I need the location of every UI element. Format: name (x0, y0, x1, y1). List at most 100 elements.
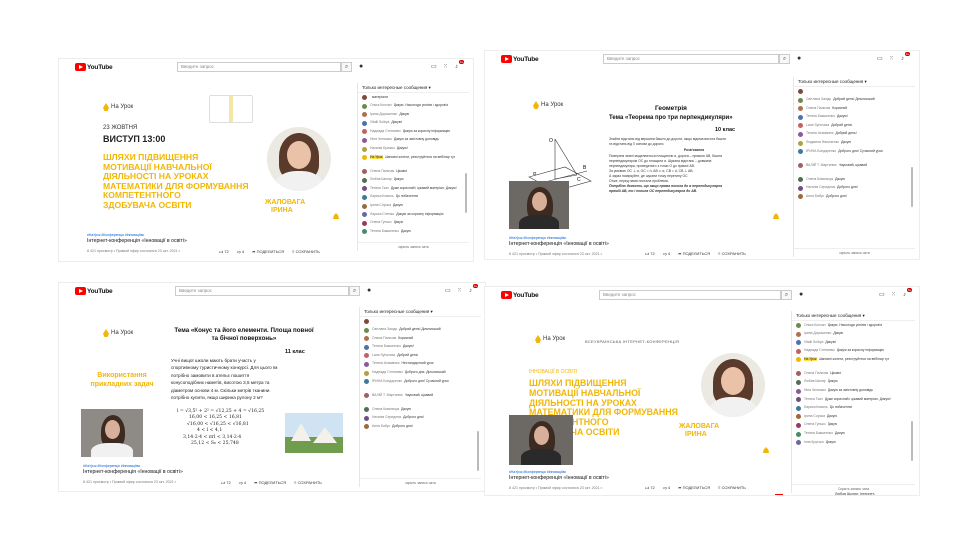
search-button[interactable]: ⌕ (781, 290, 792, 300)
formulas: l = √3,5² + 2² = √12,25 + 4 = √16,25 16,… (177, 409, 265, 447)
chat-message-pinned: На Урок Шановні колеги, реєструйтеся на в… (358, 153, 469, 167)
search-input[interactable]: Введите запрос (177, 62, 341, 72)
video-actions: 👍︎ 72 👎︎ 4 ➦ ПОДЕЛИТЬСЯ ≡ СОХРАНИТЬ (645, 485, 746, 491)
like-button[interactable]: 👍︎ 72 (221, 480, 231, 486)
video-player[interactable]: На Урок ВСЕУКРАЇНСЬКА ІНТЕРНЕТ-КОНФЕРЕНЦ… (505, 309, 787, 467)
chat-scrollbar[interactable] (465, 173, 467, 213)
avatar (796, 371, 801, 377)
create-icon[interactable]: ▭ (431, 63, 437, 71)
save-button[interactable]: ≡ СОХРАНИТЬ (718, 251, 746, 257)
search-button[interactable]: ⌕ (349, 286, 360, 296)
avatar (796, 440, 801, 446)
flame-icon (533, 101, 539, 109)
video-meta: 8 421 просмотр • Прямой эфир состоялся 2… (83, 480, 177, 484)
live-chat: Только интересные сообщения ▾ Світлана З… (359, 307, 481, 487)
chat-message: Олена Пальчик Корисний (794, 104, 915, 113)
chat-filter-dropdown[interactable]: Только интересные сообщения ▾ (794, 77, 915, 87)
video-meta: 8 421 просмотр • Прямой эфир состоялся 2… (87, 249, 181, 253)
avatar (362, 169, 367, 175)
share-button[interactable]: ➦ ПОДЕЛИТЬСЯ (678, 251, 710, 257)
chat-message: Анна Бабус Доброго дня! (360, 422, 481, 431)
hide-chat-button[interactable]: скрыть запись чата (360, 478, 481, 487)
chat-scrollbar[interactable] (477, 431, 479, 471)
share-button[interactable]: ➦ ПОДЕЛИТЬСЯ (252, 249, 284, 255)
chat-message: ВАЛІЙ Т. Мартинюк Науковий, цікавий (360, 391, 481, 405)
video-tags[interactable]: #НаУрок #Конференція #Інноваціїво (509, 470, 566, 474)
dislike-button[interactable]: 👎︎ 4 (663, 485, 670, 491)
video-player[interactable]: На Урок Геометрія Тема «Теорема про три … (505, 73, 789, 233)
chat-message: ВАЛІЙ Т. Мартинюк Науковий, цікавий (794, 161, 915, 175)
conference-subtitle: ІННОВАЦІЇ В ОСВІТІ (529, 369, 578, 375)
save-button[interactable]: ≡ СОХРАНИТЬ (292, 249, 320, 255)
create-icon[interactable]: ▭ (445, 287, 451, 295)
point-b: B (583, 165, 587, 171)
avatar (798, 131, 803, 137)
slide-topic: Тема «Конус та його елементи. Площа повн… (174, 327, 314, 342)
bell-icon[interactable]: ♪ (903, 291, 906, 299)
apps-icon[interactable]: ⁙ (457, 287, 462, 295)
search-input[interactable]: Введите запрос (603, 54, 779, 64)
video-player[interactable]: На Урок Тема «Конус та його елементи. Пл… (79, 305, 355, 461)
mic-icon[interactable]: ● (799, 291, 803, 299)
dislike-button[interactable]: 👎︎ 4 (237, 249, 244, 255)
brand-logo: На Урок (103, 329, 133, 337)
like-button[interactable]: 👍︎ 72 (645, 251, 655, 257)
share-button[interactable]: ➦ ПОДЕЛИТЬСЯ (254, 480, 286, 486)
apps-icon[interactable]: ⁙ (443, 63, 448, 71)
youtube-logo[interactable]: YouTube (75, 287, 113, 295)
bell-icon[interactable]: ♪ (901, 55, 904, 63)
create-icon[interactable]: ▭ (879, 291, 885, 299)
speaker-webcam (509, 181, 569, 229)
video-actions: 👍︎ 72 👎︎ 4 ➦ ПОДЕЛИТЬСЯ ≡ СОХРАНИТЬ (221, 480, 322, 486)
dislike-button[interactable]: 👎︎ 4 (239, 480, 246, 486)
chat-filter-dropdown[interactable]: Только интересные сообщения ▾ (360, 307, 481, 317)
share-button[interactable]: ➦ ПОДЕЛИТЬСЯ (678, 485, 710, 491)
chat-filter-dropdown[interactable]: Только интересные сообщения ▾ (358, 83, 469, 93)
avatar (362, 112, 367, 118)
search-button[interactable]: ⌕ (341, 62, 352, 72)
avatar (796, 431, 801, 437)
like-button[interactable]: 👍︎ 72 (219, 249, 229, 255)
mic-icon[interactable]: ● (797, 55, 801, 63)
avatar (798, 194, 803, 200)
chat-message: Ольга Колчан Дякую. Насолоди успіхів і зд… (792, 321, 915, 330)
bell-icon[interactable]: ♪ (469, 287, 472, 295)
chat-scrollbar[interactable] (911, 167, 913, 207)
hide-chat-button[interactable]: скрыть запись чата (358, 242, 469, 251)
like-button[interactable]: 👍︎ 72 (645, 485, 655, 491)
speaker-webcam (81, 409, 143, 457)
save-button[interactable]: ≡ СОХРАНИТЬ (718, 485, 746, 491)
chat-message: ІРИНА Бондаренко Доброго дня! Сучасний ур… (794, 147, 915, 161)
mic-icon[interactable]: ● (367, 287, 371, 295)
video-tags[interactable]: #НаУрок #Конференція #Інноваціїво (509, 236, 566, 240)
search-input[interactable]: Введите запрос (599, 290, 781, 300)
dislike-button[interactable]: 👎︎ 4 (663, 251, 670, 257)
bell-icon[interactable]: ♪ (455, 63, 458, 71)
save-button[interactable]: ≡ СОХРАНИТЬ (294, 480, 322, 486)
book-illustration (209, 95, 253, 123)
chat-message: Світлана Засідь Добрий день! Дільниський (360, 326, 481, 335)
video-meta: 8 421 просмотр • Прямой эфир состоялся 2… (509, 486, 603, 490)
video-tags[interactable]: #НаУрок #Конференція #Інноваціїво (83, 464, 140, 468)
mic-icon[interactable]: ● (359, 63, 363, 71)
video-title: Інтернет-конференція «Інновації в освіті… (509, 241, 609, 247)
flame-icon (103, 103, 109, 111)
apps-icon[interactable]: ⁙ (891, 291, 896, 299)
chat-filter-dropdown[interactable]: Только интересные сообщения ▾ (792, 311, 915, 321)
progress-bar[interactable] (775, 494, 783, 495)
hide-chat-button[interactable]: скрыть запись чата (794, 248, 915, 257)
chat-message: Світлана Засідь Добрий день! Дільниський (794, 96, 915, 105)
video-tags[interactable]: #НаУрок #Конференція #Інноваціїво (87, 233, 144, 237)
apps-icon[interactable]: ⁙ (889, 55, 894, 63)
youtube-header: YouTube Введите запрос ⌕ ● ▭ ⁙ ♪ 9+ (485, 287, 919, 305)
video-player[interactable]: На Урок 23 ЖОВТНЯ ВИСТУП 13:00 ШЛЯХИ ПІД… (79, 79, 355, 231)
search-button[interactable]: ⌕ (779, 54, 790, 64)
video-title: Інтернет-конференція «Інновації в освіті… (83, 469, 183, 475)
youtube-logo[interactable]: YouTube (501, 291, 539, 299)
youtube-logo[interactable]: YouTube (75, 63, 113, 71)
youtube-logo[interactable]: YouTube (501, 55, 539, 63)
chat-message: Vitalii Sulbya Дякую! (358, 119, 469, 128)
chat-scrollbar[interactable] (911, 421, 913, 461)
search-input[interactable]: Введите запрос (175, 286, 349, 296)
create-icon[interactable]: ▭ (877, 55, 883, 63)
